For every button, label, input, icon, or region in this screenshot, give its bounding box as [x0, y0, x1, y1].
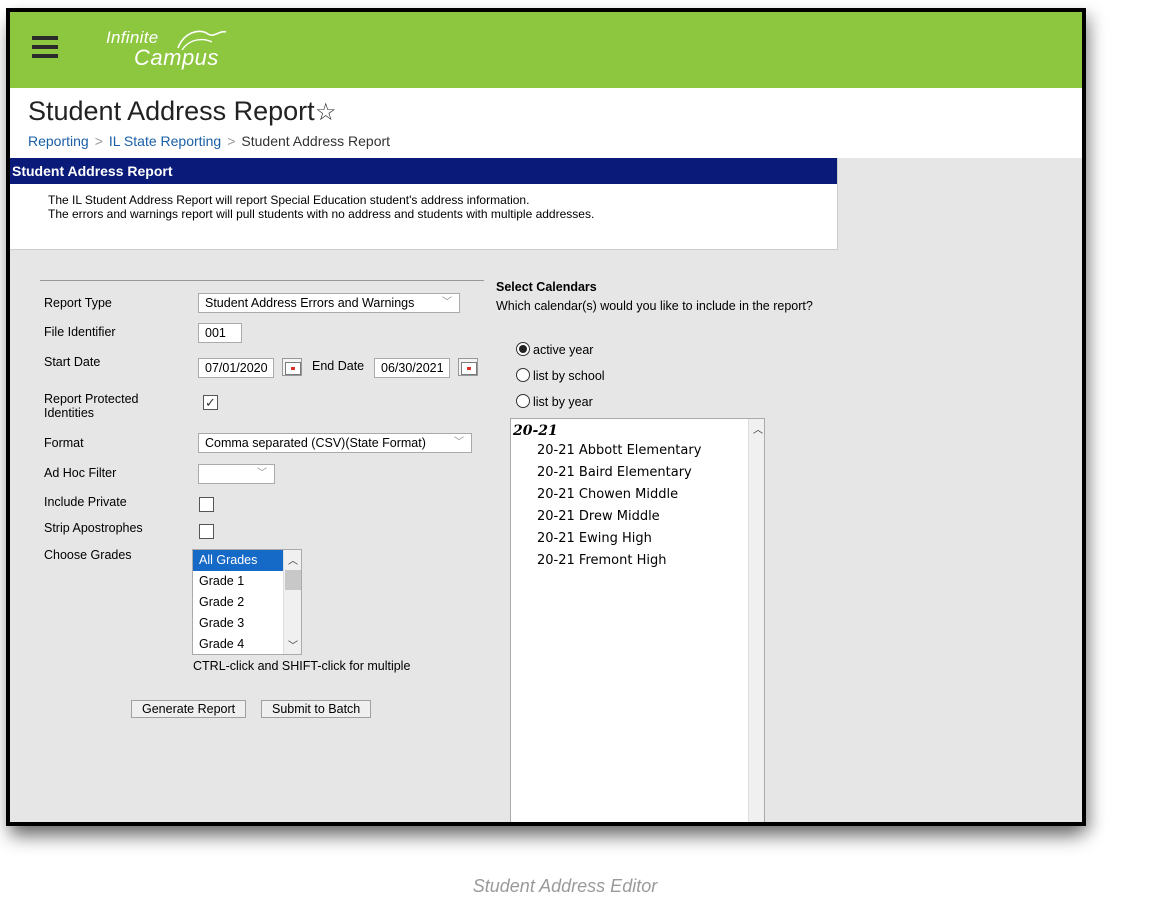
divider: [40, 280, 484, 281]
file-identifier-input[interactable]: 001: [198, 323, 242, 343]
grades-scrollbar[interactable]: ︿ ﹀: [283, 550, 301, 654]
calendar-option[interactable]: 20-21 Abbott Elementary: [537, 443, 701, 458]
star-icon[interactable]: ☆: [315, 98, 337, 127]
chevron-up-icon[interactable]: ︿: [753, 421, 763, 436]
grades-listbox[interactable]: All Grades Grade 1 Grade 2 Grade 3 Grade…: [192, 549, 302, 655]
calendar-icon[interactable]: [458, 358, 478, 376]
end-date-value: 06/30/2021: [381, 361, 444, 375]
grade-option[interactable]: Grade 3: [193, 613, 283, 634]
generate-report-button[interactable]: Generate Report: [131, 700, 247, 718]
calendar-option[interactable]: 20-21 Chowen Middle: [537, 487, 678, 502]
logo-line2: Campus: [134, 45, 219, 70]
image-caption: Student Address Editor: [472, 876, 658, 896]
chevron-down-icon: ﹀: [257, 468, 267, 479]
breadcrumb-il-state-reporting[interactable]: IL State Reporting: [109, 133, 221, 149]
report-panel: Student Address Report The IL Student Ad…: [10, 158, 838, 250]
file-identifier-value: 001: [205, 326, 226, 340]
strip-apostrophes-checkbox[interactable]: [199, 524, 214, 539]
calendar-option[interactable]: 20-21 Baird Elementary: [537, 465, 692, 480]
format-label: Format: [44, 436, 84, 450]
ad-hoc-filter-select[interactable]: ﹀: [198, 464, 275, 484]
app-window: Infinite Campus Student Address Report ☆…: [6, 8, 1086, 826]
report-type-value: Student Address Errors and Warnings: [205, 296, 415, 310]
include-private-checkbox[interactable]: [199, 497, 214, 512]
radio-icon[interactable]: [516, 394, 530, 408]
calendars-question: Which calendar(s) would you like to incl…: [496, 299, 813, 313]
include-private-label: Include Private: [44, 495, 127, 509]
end-date-label: End Date: [312, 359, 365, 373]
calendars-title: Select Calendars: [496, 280, 597, 294]
chevron-down-icon[interactable]: ﹀: [288, 637, 298, 652]
start-date-input[interactable]: 07/01/2020: [198, 358, 274, 378]
radio-active-year[interactable]: active year: [516, 342, 593, 357]
chevron-down-icon: ﹀: [454, 437, 464, 448]
grade-option[interactable]: Grade 4: [193, 634, 283, 654]
logo: Infinite Campus: [106, 26, 246, 76]
report-protected-label-line2: Identities: [44, 406, 95, 420]
grade-option[interactable]: Grade 2: [193, 592, 283, 613]
calendar-icon[interactable]: [282, 358, 302, 376]
breadcrumb-reporting[interactable]: Reporting: [28, 133, 89, 149]
radio-label: active year: [533, 343, 594, 357]
panel-title: Student Address Report: [10, 158, 837, 184]
strip-apostrophes-label: Strip Apostrophes: [44, 521, 143, 535]
panel-description: The IL Student Address Report will repor…: [10, 184, 837, 221]
page-header: Student Address Report ☆ Reporting > IL St…: [10, 88, 1082, 158]
grade-option[interactable]: All Grades: [193, 550, 283, 571]
calendar-year-group: 20-21: [513, 423, 558, 439]
description-line-1: The IL Student Address Report will repor…: [48, 193, 530, 207]
report-protected-checkbox[interactable]: ✓: [203, 395, 218, 410]
chevron-down-icon: ﹀: [442, 297, 452, 308]
top-bar: Infinite Campus: [10, 12, 1082, 88]
radio-list-by-school[interactable]: list by school: [516, 368, 605, 383]
start-date-value: 07/01/2020: [205, 361, 268, 375]
calendar-option[interactable]: 20-21 Drew Middle: [537, 509, 660, 524]
start-date-label: Start Date: [44, 355, 101, 369]
calendar-option[interactable]: 20-21 Ewing High: [537, 531, 652, 546]
chevron-up-icon[interactable]: ︿: [288, 552, 298, 567]
end-date-input[interactable]: 06/30/2021: [374, 358, 450, 378]
breadcrumb-current: Student Address Report: [241, 133, 391, 149]
report-type-label: Report Type: [44, 296, 112, 310]
radio-icon[interactable]: [516, 368, 530, 382]
breadcrumb: Reporting > IL State Reporting > Student Add…: [28, 133, 391, 149]
radio-list-by-year[interactable]: list by year: [516, 394, 593, 409]
choose-grades-label: Choose Grades: [44, 548, 132, 562]
report-type-select[interactable]: Student Address Errors and Warnings ﹀: [198, 293, 460, 313]
radio-label: list by school: [533, 369, 605, 383]
scrollbar-thumb[interactable]: [285, 570, 301, 590]
report-protected-label: Report Protected Identities: [44, 392, 139, 420]
radio-label: list by year: [533, 395, 593, 409]
format-value: Comma separated (CSV)(State Format): [205, 436, 426, 450]
calendar-scrollbar[interactable]: ︿: [748, 419, 764, 822]
calendar-listbox[interactable]: 20-21 20-21 Abbott Elementary 20-21 Bair…: [510, 418, 765, 822]
grades-hint: CTRL-click and SHIFT-click for multiple: [193, 659, 411, 673]
page-title: Student Address Report: [28, 96, 315, 126]
ad-hoc-filter-label: Ad Hoc Filter: [44, 466, 117, 480]
format-select[interactable]: Comma separated (CSV)(State Format) ﹀: [198, 433, 472, 453]
file-identifier-label: File Identifier: [44, 325, 116, 339]
radio-icon[interactable]: [516, 342, 530, 356]
menu-icon[interactable]: [32, 36, 58, 58]
report-protected-label-line1: Report Protected: [44, 392, 139, 406]
description-line-2: The errors and warnings report will pull…: [48, 207, 595, 221]
calendar-option[interactable]: 20-21 Fremont High: [537, 553, 666, 568]
submit-to-batch-button[interactable]: Submit to Batch: [261, 700, 372, 718]
grade-option[interactable]: Grade 1: [193, 571, 283, 592]
